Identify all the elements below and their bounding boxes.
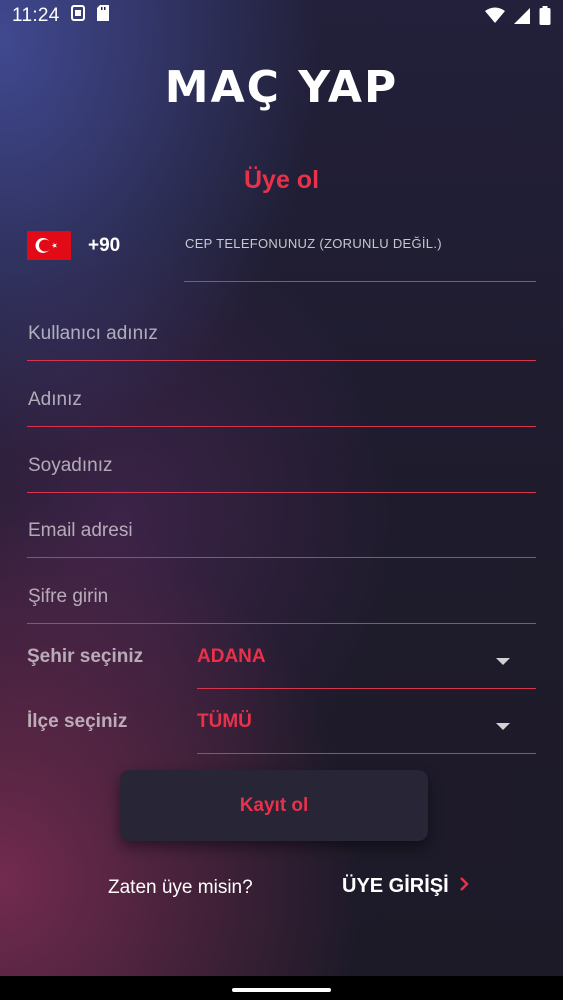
signal-icon [513,7,531,31]
last-name-placeholder: Soyadınız [28,455,113,476]
register-button[interactable]: Kayıt ol [120,770,428,841]
password-input[interactable]: Şifre girin [27,566,536,624]
chevron-right-icon [459,875,469,898]
home-gesture-handle[interactable] [232,988,331,992]
phone-input[interactable]: CEP TELEFONUNUZ (ZORUNLU DEĞİL.) [184,224,536,282]
login-link[interactable]: ÜYE GİRİŞİ [342,875,469,898]
district-label: İlçe seçiniz [27,711,128,732]
wifi-icon [485,7,505,31]
already-member-text: Zaten üye misin? [108,877,253,898]
caret-down-icon [496,658,510,665]
sd-card-icon [96,4,110,28]
first-name-input[interactable]: Adınız [27,369,536,427]
register-button-label: Kayıt ol [239,794,309,816]
city-value: ADANA [197,646,266,667]
last-name-input[interactable]: Soyadınız [27,435,536,493]
city-select[interactable]: ADANA [197,631,536,689]
password-placeholder: Şifre girin [28,586,109,607]
city-label: Şehir seçiniz [27,646,144,667]
username-placeholder: Kullanıcı adınız [28,323,158,344]
district-value: TÜMÜ [197,711,252,732]
sim-card-icon [70,4,86,28]
country-code[interactable]: +90 [88,235,120,257]
turkey-flag-icon[interactable] [27,231,71,260]
email-input[interactable]: Email adresi [27,500,536,558]
app-logo: MAÇ YAP [0,62,563,113]
logo-text: MAÇ YAP [164,62,399,113]
username-input[interactable]: Kullanıcı adınız [27,303,536,361]
district-select[interactable]: TÜMÜ [197,696,536,754]
phone-placeholder: CEP TELEFONUNUZ (ZORUNLU DEĞİL.) [185,236,442,251]
status-time: 11:24 [12,5,60,26]
status-bar: 11:24 [0,0,563,32]
login-link-label: ÜYE GİRİŞİ [342,875,449,897]
email-placeholder: Email adresi [28,520,133,541]
first-name-placeholder: Adınız [28,389,82,410]
page-title: Üye ol [243,166,320,194]
system-nav-bar [0,976,563,1000]
battery-icon [539,6,551,32]
caret-down-icon [496,723,510,730]
